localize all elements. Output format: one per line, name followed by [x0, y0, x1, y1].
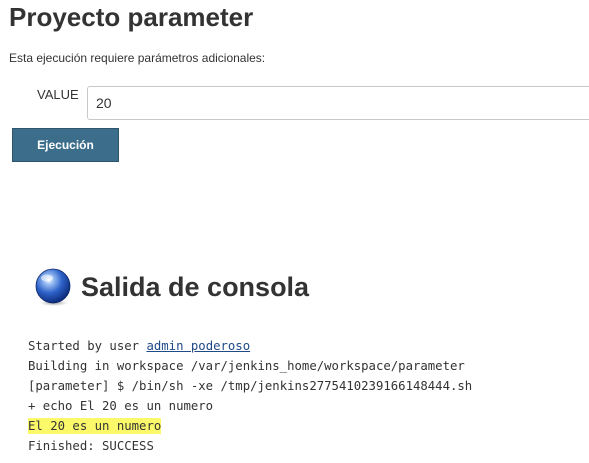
- console-log: Started by user admin poderoso Building i…: [28, 336, 472, 456]
- console-output-title: Salida de consola: [81, 271, 310, 302]
- highlighted-output: El 20 es un numero: [28, 418, 162, 434]
- jenkins-build-page: Proyecto parameter Esta ejecución requie…: [0, 0, 589, 463]
- parameters-description: Esta ejecución requiere parámetros adici…: [9, 51, 266, 65]
- console-line-highlighted: El 20 es un numero: [28, 416, 472, 436]
- page-title: Proyecto parameter: [9, 2, 254, 32]
- console-output-heading: Salida de consola: [33, 265, 309, 309]
- console-line: [parameter] $ /bin/sh -xe /tmp/jenkins27…: [28, 379, 473, 393]
- console-line-finished: Finished: SUCCESS: [28, 439, 154, 453]
- started-by-text: Started by user: [28, 339, 147, 353]
- console-line: Building in workspace /var/jenkins_home/…: [28, 359, 465, 373]
- console-line: + echo El 20 es un numero: [28, 399, 214, 413]
- user-link[interactable]: admin poderoso: [146, 339, 250, 353]
- value-parameter-input[interactable]: [87, 86, 589, 120]
- build-button[interactable]: Ejecución: [12, 128, 119, 162]
- console-line-started: Started by user admin poderoso: [28, 336, 472, 356]
- value-parameter-label: VALUE: [37, 87, 79, 102]
- console-globe-icon: [35, 268, 71, 306]
